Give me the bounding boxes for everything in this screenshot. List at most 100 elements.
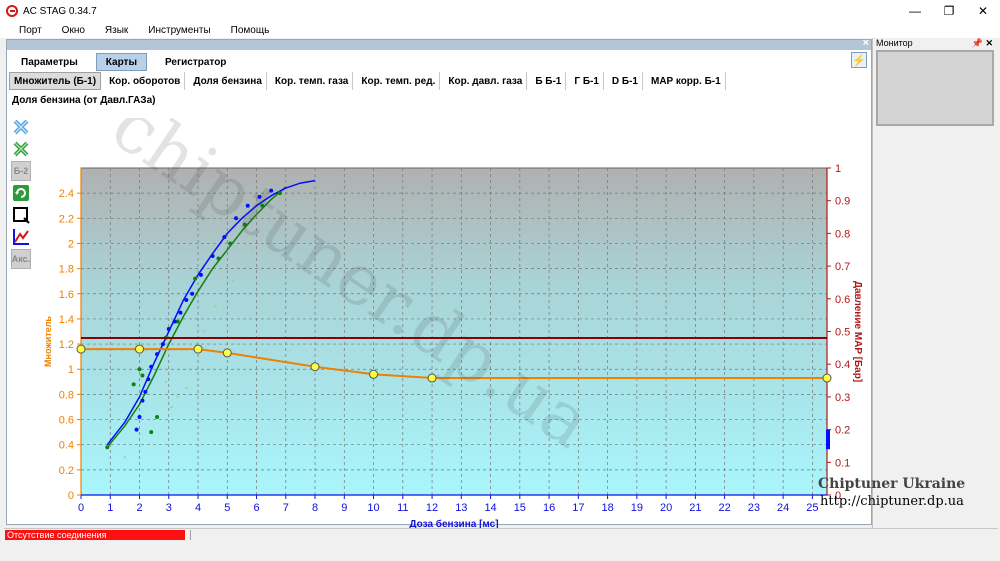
- menu-port[interactable]: Порт: [10, 25, 53, 36]
- tab-multiplier-b1[interactable]: Множитель (Б-1): [9, 72, 102, 90]
- x-tick-label: 16: [543, 502, 555, 514]
- x-tick-label: 14: [484, 502, 496, 514]
- x-tick-label: 8: [312, 502, 318, 514]
- blue-point: [190, 291, 195, 296]
- blue-point: [134, 427, 139, 432]
- panel-header-strip: ×: [7, 37, 871, 50]
- blue-point: [166, 326, 171, 331]
- connection-status: Отсутствие соединения: [5, 530, 185, 540]
- monitor-display: [876, 50, 994, 126]
- tab-map-correction-b1[interactable]: MAP корр. Б-1: [647, 72, 726, 90]
- chart-svg[interactable]: 0 1 2 3 4 5 6 7 8 9 10 11 12 13 14 15 16 17 18 19 20 21 22 23 24…: [27, 84, 873, 558]
- map-tabs: Множитель (Б-1) Кор. оборотов Доля бензи…: [9, 72, 730, 90]
- menu-help[interactable]: Помощь: [222, 25, 281, 36]
- maps-panel: × Параметры Карты Регистратор ⚡ Множител…: [6, 37, 872, 530]
- blue-point: [143, 389, 148, 394]
- y-left-tick-label: 0.6: [59, 415, 74, 427]
- tab-d-b1[interactable]: D Б-1: [608, 72, 643, 90]
- y-right-tick-label: 1: [835, 163, 841, 175]
- tab-maps[interactable]: Карты: [95, 53, 147, 71]
- y-right-tick-label: 0.5: [835, 327, 850, 339]
- y-right-axis-title: Давление MAP [Бар]: [852, 281, 863, 382]
- tab-g-b1[interactable]: Г Б-1: [570, 72, 604, 90]
- x-tick-label: 4: [195, 502, 201, 514]
- y-left-tick-label: 2.2: [59, 213, 74, 225]
- y-right-tick-label: 0.6: [835, 294, 850, 306]
- blue-point: [140, 398, 145, 403]
- blue-point: [160, 342, 165, 347]
- x-tick-label: 21: [689, 502, 701, 514]
- minimize-button[interactable]: —: [898, 0, 932, 22]
- x-tick-label: 3: [166, 502, 172, 514]
- maximize-button[interactable]: ❐: [932, 0, 966, 22]
- y-left-tick-label: 0.4: [59, 440, 74, 452]
- multiplier-point: [369, 369, 379, 379]
- position-indicator: [826, 429, 830, 450]
- green-point: [216, 256, 221, 261]
- faint-point: [123, 456, 127, 459]
- tab-reducer-temp-correction[interactable]: Кор. темп. ред.: [357, 72, 441, 90]
- tab-rpm-correction[interactable]: Кор. оборотов: [105, 72, 186, 90]
- help-icon[interactable]: ⚡: [851, 52, 867, 68]
- x-tick-label: 1: [107, 502, 113, 514]
- faint-point: [170, 405, 173, 409]
- status-bar: Отсутствие соединения: [4, 528, 998, 540]
- multiplier-chart[interactable]: 0 1 2 3 4 5 6 7 8 9 10 11 12 13 14 15 16 17 18 19 20 21 22 23 24…: [27, 84, 873, 561]
- x-tick-label: 10: [367, 502, 379, 514]
- x-tick-label: 9: [341, 502, 347, 514]
- window-title: AC STAG 0.34.7: [23, 5, 97, 17]
- monitor-close-icon[interactable]: ✕: [985, 38, 993, 48]
- x-tick-label: 0: [78, 502, 84, 514]
- blue-point: [198, 272, 203, 277]
- x-tick-label: 25: [806, 502, 818, 514]
- x-tick-label: 13: [455, 502, 467, 514]
- x-tick-label: 6: [253, 502, 259, 514]
- tab-b-b1[interactable]: Б Б-1: [531, 72, 567, 90]
- menu-tools[interactable]: Инструменты: [139, 25, 221, 36]
- tab-parameters[interactable]: Параметры: [11, 53, 88, 71]
- multiplier-point: [135, 344, 145, 354]
- y-right-tick-label: 0.1: [835, 457, 850, 469]
- y-left-tick-label: 1.6: [59, 289, 74, 301]
- x-tick-label: 20: [660, 502, 672, 514]
- blue-point: [172, 319, 177, 324]
- menu-window[interactable]: Окно: [53, 25, 96, 36]
- multiplier-point: [193, 344, 203, 354]
- app-logo-icon: [6, 5, 18, 17]
- pin-icon[interactable]: 📌: [972, 38, 983, 48]
- tab-gas-pressure-correction[interactable]: Кор. давл. газа: [444, 72, 528, 90]
- y-left-tick-label: 0.8: [59, 389, 74, 401]
- y-left-tick-label: 2: [68, 238, 74, 250]
- menu-language[interactable]: Язык: [96, 25, 139, 36]
- faint-point: [185, 386, 188, 390]
- x-tick-label: 15: [514, 502, 526, 514]
- blue-point: [210, 254, 215, 259]
- panel-divider: [872, 38, 873, 528]
- faint-point: [176, 395, 179, 399]
- y-left-tick-label: 1.4: [59, 314, 74, 326]
- y-right-tick-label: 0.3: [835, 392, 850, 404]
- y-right-tick-label: 0.2: [835, 425, 850, 437]
- tab-recorder[interactable]: Регистратор: [155, 53, 237, 71]
- close-button[interactable]: ✕: [966, 0, 1000, 22]
- x-tick-label: 2: [136, 502, 142, 514]
- y-left-tick-label: 2.4: [59, 188, 74, 200]
- faint-point: [214, 305, 217, 308]
- panel-close-icon[interactable]: ×: [863, 37, 869, 49]
- y-right-tick-label: 0.8: [835, 228, 850, 240]
- blue-point: [178, 310, 183, 315]
- tab-gas-temp-correction[interactable]: Кор. темп. газа: [271, 72, 354, 90]
- green-point: [131, 382, 136, 387]
- x-tick-label: 22: [718, 502, 730, 514]
- y-left-tick-label: 0.2: [59, 465, 74, 477]
- watermark-url: http://chiptuner.dp.ua: [820, 494, 964, 509]
- y-left-tick-label: 0: [68, 490, 74, 502]
- green-point: [193, 276, 198, 281]
- x-tick-label: 19: [631, 502, 643, 514]
- main-tabs: Параметры Карты Регистратор: [11, 51, 244, 71]
- blue-point: [146, 377, 151, 382]
- watermark-brand: Chiptuner Ukraine: [818, 476, 966, 492]
- tab-petrol-share[interactable]: Доля бензина: [189, 72, 267, 90]
- multiplier-point: [310, 362, 320, 372]
- status-separator: [190, 530, 191, 540]
